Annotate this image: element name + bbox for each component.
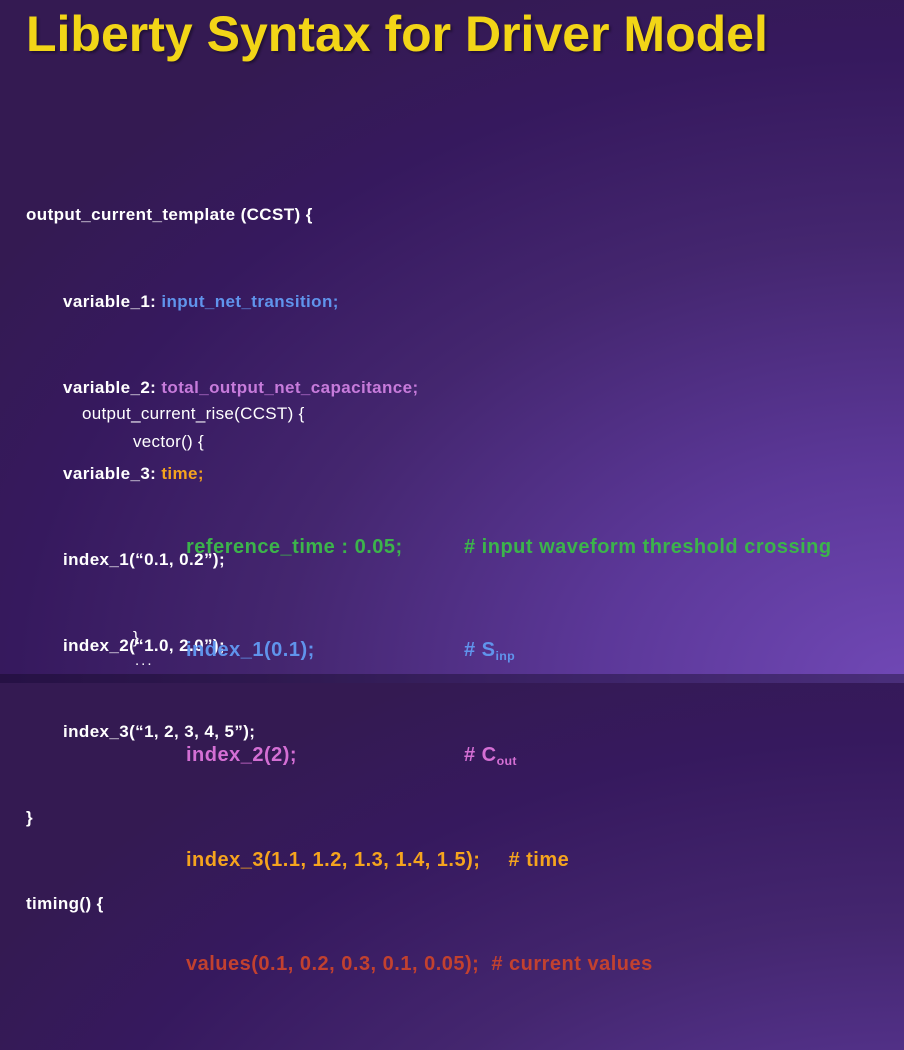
code-text: } [133,628,139,647]
code-line-vector-index-2: index_2(2);# Cout [186,738,832,774]
slide-title: Liberty Syntax for Driver Model [26,5,768,63]
code-comment: # Sinp [464,639,515,661]
code-text: reference_time : 0.05; [186,530,464,564]
comment-symbol: # C [464,744,497,766]
variable-value: total_output_net_capacitance; [161,378,418,397]
code-line-vector-index-3: index_3(1.1, 1.2, 1.3, 1.4, 1.5); # time [186,843,832,877]
code-line-variable-2: variable_2: total_output_net_capacitance… [26,374,419,403]
code-line-vector-close: } [133,628,139,648]
vector-body-block: reference_time : 0.05;# input waveform t… [186,461,832,1050]
variable-label: variable_3: [63,464,161,483]
code-line-variable-1: variable_1: input_net_transition; [26,288,419,317]
code-line-vector-index-1: index_1(0.1);# Sinp [186,633,832,669]
variable-label: variable_1: [63,292,161,311]
code-text: index_3(1.1, 1.2, 1.3, 1.4, 1.5); [186,849,480,871]
slide: Liberty Syntax for Driver Model output_c… [0,0,904,683]
code-comment: # time [508,849,569,871]
code-text: output_current_template (CCST) { [26,205,313,224]
variable-value: input_net_transition; [161,292,338,311]
code-line-template-header: output_current_template (CCST) { [26,201,419,230]
code-text: timing() { [26,894,104,913]
code-comment: # Cout [464,744,517,766]
ellipsis-text: ... [135,652,154,669]
comment-symbol: # S [464,639,496,661]
code-text: vector() { [133,432,204,451]
code-line-vector-values: values(0.1, 0.2, 0.3, 0.1, 0.05); # curre… [186,947,832,981]
comment-subscript: inp [496,649,515,663]
comment-subscript: out [497,754,517,768]
code-line-reference-time: reference_time : 0.05;# input waveform t… [186,530,832,564]
code-text: } [26,808,33,827]
variable-label: variable_2: [63,378,161,397]
code-comment: # input waveform threshold crossing [464,536,832,558]
bottom-edge-bar [0,674,904,683]
code-text: index_2(2); [186,738,464,772]
code-comment: # current values [491,953,652,975]
code-line-output-current-rise: output_current_rise(CCST) { [82,404,305,424]
code-text: index_1(0.1); [186,633,464,667]
code-line-vector-open: vector() { [133,432,204,452]
code-text: output_current_rise(CCST) { [82,404,305,423]
code-text: values(0.1, 0.2, 0.3, 0.1, 0.05); [186,953,479,975]
